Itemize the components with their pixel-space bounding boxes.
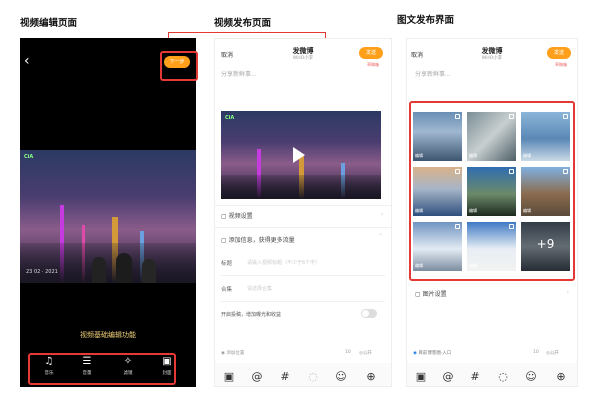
caption-video-publish: 视频发布页面 — [214, 18, 272, 29]
video-thumbnail[interactable]: CiA — [221, 111, 381, 199]
highlight-toolbar — [28, 353, 176, 385]
send-button[interactable]: 发送 — [359, 47, 383, 59]
gif-icon[interactable]: ◌ — [497, 371, 509, 383]
hashtag-icon[interactable]: # — [469, 371, 481, 383]
video-settings-label: 视频设置 — [228, 213, 253, 220]
hashtag-icon[interactable]: # — [279, 371, 291, 383]
location-icon: ◉ — [413, 351, 417, 356]
add-info-icon: ▢ — [221, 237, 227, 244]
location-row[interactable]: ◉ 添加位置 — [221, 350, 244, 356]
watermark-logo: CiA — [225, 115, 235, 121]
video-preview[interactable]: CiA 23 02 · 2021 — [20, 150, 196, 283]
post-input[interactable]: 分享新鲜事... — [221, 69, 257, 78]
video-editor-screen: ‹ 下一步 CiA 23 02 · 2021 视频基础编辑功能 ♫ 音乐 ☰ 音… — [20, 38, 196, 387]
video-settings-icon: ▢ — [221, 213, 227, 220]
char-count: 10 — [345, 350, 351, 355]
visibility-label: 公开 — [549, 351, 559, 356]
location-label: 目前博客圈·入口 — [418, 351, 452, 356]
location-icon: ◉ — [221, 351, 225, 356]
caption-video-edit: 视频编辑页面 — [20, 18, 78, 29]
draft-link[interactable]: 草稿箱 — [555, 62, 567, 68]
char-count: 10 — [533, 350, 539, 355]
back-icon[interactable]: ‹ — [24, 54, 30, 68]
watermark-logo: CiA — [24, 154, 34, 160]
visibility-label: 公开 — [362, 351, 372, 356]
add-info-label: 添加信息，获得更多流量 — [228, 237, 295, 244]
add-icon[interactable]: ⊕ — [365, 371, 377, 383]
location-row[interactable]: ◉ 目前博客圈·入口 — [413, 350, 451, 356]
image-icon[interactable]: ▣ — [415, 371, 427, 383]
video-publish-screen: 取消 发微博 WHO小李 发送 草稿箱 分享新鲜事... CiA ▢ 视频设置 … — [214, 38, 392, 387]
collection-select[interactable]: 请选择合集 — [247, 285, 272, 292]
title-label: 标题 — [221, 261, 233, 267]
add-icon[interactable]: ⊕ — [555, 371, 567, 383]
location-label: 添加位置 — [226, 351, 245, 356]
mention-icon[interactable]: @ — [251, 371, 263, 383]
date-stamp: 23 02 · 2021 — [26, 269, 58, 275]
highlight-next — [160, 51, 198, 81]
post-input[interactable]: 分享新鲜事... — [415, 69, 451, 78]
image-settings-label: 图片设置 — [422, 291, 447, 298]
compose-toolbar: ▣ @ # ◌ ☺ ⊕ — [215, 363, 391, 386]
image-settings-icon: ▢ — [415, 291, 421, 298]
draft-link[interactable]: 草稿箱 — [367, 62, 379, 68]
monetize-label: 开启投稿，增加曝光和收益 — [221, 312, 282, 318]
title-input[interactable]: 请输入视频标题（不少于6个字） — [247, 259, 320, 266]
highlight-image-grid — [409, 101, 575, 281]
monetize-toggle[interactable] — [361, 309, 377, 318]
visibility-button[interactable]: ◎公开 — [359, 350, 372, 356]
emoji-icon[interactable]: ☺ — [525, 371, 537, 383]
add-info-row[interactable]: ▢ 添加信息，获得更多流量 — [221, 235, 295, 244]
video-settings-row[interactable]: ▢ 视频设置 — [221, 211, 253, 220]
image-icon[interactable]: ▣ — [223, 371, 235, 383]
send-button[interactable]: 发送 — [547, 47, 571, 59]
gif-icon[interactable]: ◌ — [307, 371, 319, 383]
mention-icon[interactable]: @ — [442, 371, 454, 383]
compose-toolbar: ▣ @ # ◌ ☺ ⊕ — [407, 363, 577, 386]
play-icon[interactable] — [293, 147, 305, 163]
feature-label: 视频基础编辑功能 — [80, 331, 136, 339]
chevron-right-icon: › — [566, 289, 569, 296]
chevron-up-icon: ⌃ — [377, 233, 383, 240]
collection-label: 合集 — [221, 287, 233, 293]
emoji-icon[interactable]: ☺ — [335, 371, 347, 383]
image-settings-row[interactable]: ▢ 图片设置 — [415, 289, 447, 298]
chevron-right-icon: › — [380, 211, 383, 218]
caption-image-publish: 图文发布界面 — [397, 15, 455, 26]
visibility-button[interactable]: ◎公开 — [546, 350, 559, 356]
